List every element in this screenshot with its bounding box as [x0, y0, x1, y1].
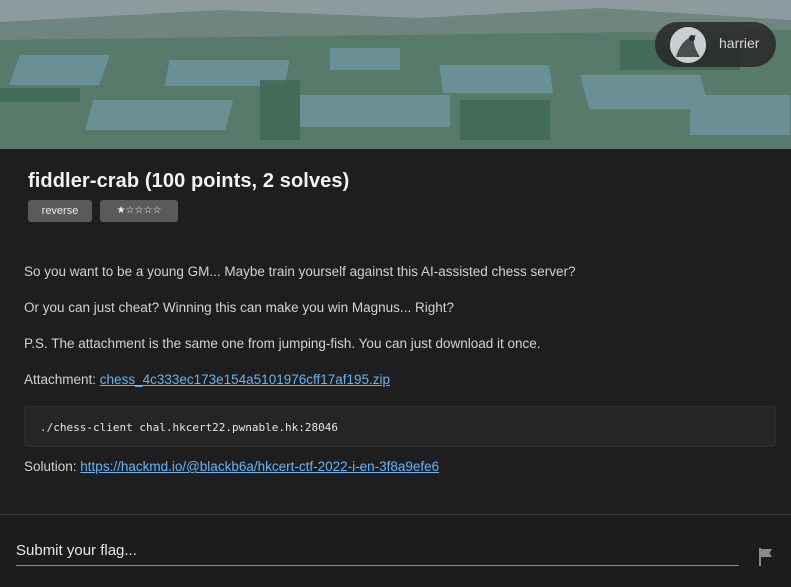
challenge-title: fiddler-crab (100 points, 2 solves) [28, 170, 350, 192]
user-name: harrier [719, 35, 760, 51]
solution-link[interactable]: https://hackmd.io/@blackb6a/hkcert-ctf-2… [80, 459, 439, 474]
solution-label: Solution: [24, 459, 81, 474]
attachment-line: Attachment: chess_4c333ec173e154a5101976… [24, 372, 390, 387]
description-line: P.S. The attachment is the same one from… [24, 336, 541, 351]
category-tag: reverse [28, 200, 92, 222]
difficulty-tag: ★☆☆☆☆ [100, 200, 178, 222]
command-text: ./chess-client chal.hkcert22.pwnable.hk:… [40, 421, 339, 434]
flag-input[interactable] [16, 536, 739, 566]
avatar [670, 27, 706, 63]
command-code-block: ./chess-client chal.hkcert22.pwnable.hk:… [24, 406, 776, 447]
description-line: So you want to be a young GM... Maybe tr… [24, 264, 576, 279]
attachment-link[interactable]: chess_4c333ec173e154a5101976cff17af195.z… [100, 372, 390, 387]
attachment-label: Attachment: [24, 372, 100, 387]
description-line: Or you can just cheat? Winning this can … [24, 300, 454, 315]
user-menu[interactable]: harrier [655, 22, 776, 67]
flag-icon[interactable] [756, 546, 776, 568]
solution-line: Solution: https://hackmd.io/@blackb6a/hk… [24, 459, 439, 474]
